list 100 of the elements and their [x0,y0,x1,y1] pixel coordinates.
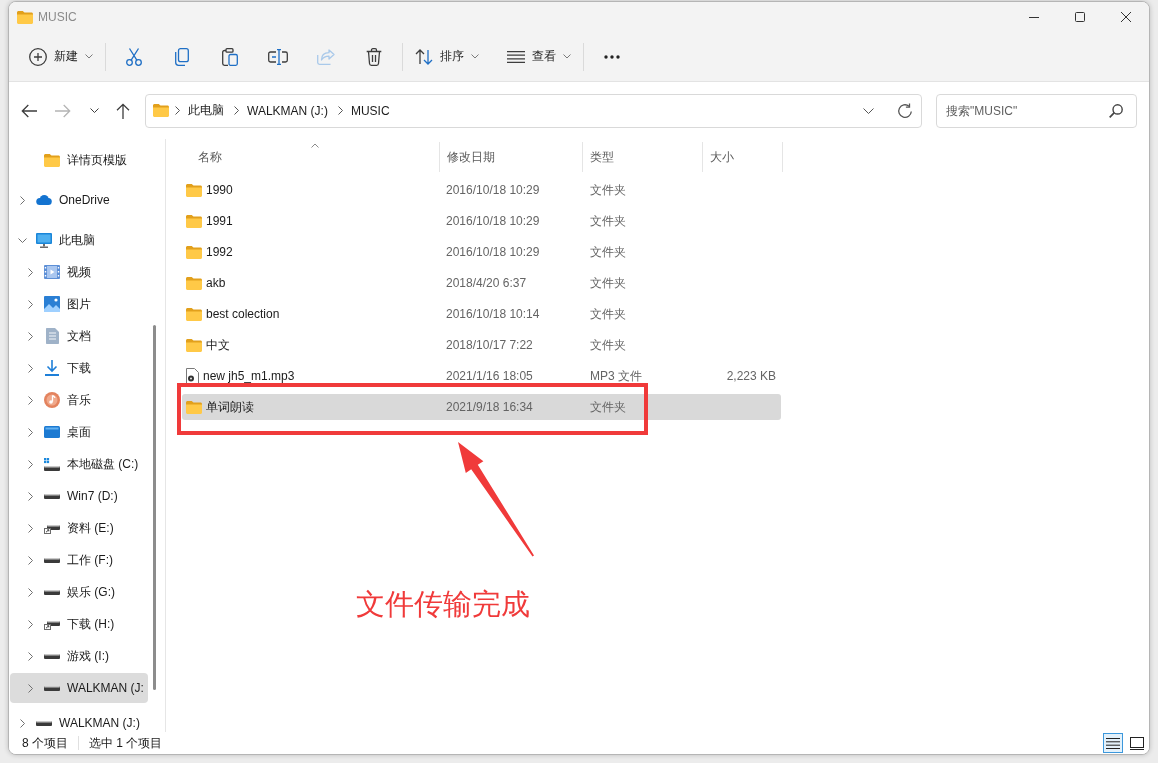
sidebar-item[interactable]: 此电脑 [10,225,148,255]
chevron-right-icon[interactable] [27,427,33,437]
download-arrow-icon [45,360,59,376]
text-cursor-icon [268,48,288,65]
column-header[interactable]: 名称 [182,142,440,172]
folder-icon [186,245,202,259]
folder-icon [44,153,60,167]
type-cell: MP3 文件 [590,367,642,385]
chevron-right-icon[interactable] [27,363,33,373]
folder-icon [186,214,202,228]
chevron-right-icon[interactable] [27,491,33,501]
date-cell: 2016/10/18 10:29 [446,245,540,259]
sidebar-item[interactable]: Win7 (D:) [10,481,148,511]
file-row[interactable]: 1990 2016/10/18 10:29 文件夹 [182,177,781,203]
folder-icon [186,307,202,321]
sidebar-item[interactable]: WALKMAN (J: [10,673,148,703]
windows-drive-icon [44,457,60,471]
scissors-icon [126,47,142,66]
date-cell: 2018/4/20 6:37 [446,276,527,290]
chevron-right-icon [175,106,180,115]
breadcrumb[interactable]: 此电脑 [184,97,228,124]
folder-icon [17,10,33,24]
scrollbar-thumb[interactable] [153,325,156,690]
chevron-right-icon[interactable] [27,619,33,629]
chevron-right-icon[interactable] [19,195,25,205]
sidebar-item[interactable]: WALKMAN (J:) [10,708,148,732]
share-arrow-icon [317,48,335,65]
sidebar-item[interactable]: 下载 (H:) [10,609,148,639]
music-note-icon [44,392,60,408]
window-title: MUSIC [38,10,78,24]
sidebar-item[interactable]: 本地磁盘 (C:) [10,449,148,479]
type-cell: 文件夹 [590,243,626,261]
size-cell: 2,223 KB [726,369,776,383]
file-row[interactable]: 1991 2016/10/18 10:29 文件夹 [182,208,781,234]
details-view-button[interactable] [1103,733,1123,753]
network-drive-icon [44,522,60,534]
date-cell: 2021/9/18 16:34 [446,400,533,414]
folder-icon [186,338,202,352]
chevron-right-icon[interactable] [27,267,33,277]
type-cell: 文件夹 [590,305,626,323]
type-cell: 文件夹 [590,274,626,292]
column-header[interactable]: 修改日期 [440,142,583,172]
sidebar-item[interactable]: OneDrive [10,185,148,215]
view-button[interactable]: 查看 [499,39,579,74]
chevron-right-icon[interactable] [19,718,25,728]
file-row[interactable]: 1992 2016/10/18 10:29 文件夹 [182,239,781,265]
sidebar-item[interactable]: 桌面 [10,417,148,447]
type-cell: 文件夹 [590,181,626,199]
sort-button[interactable]: 排序 [407,39,487,74]
sidebar-item[interactable]: 文档 [10,321,148,351]
sidebar-item[interactable]: 娱乐 (G:) [10,577,148,607]
file-name: 1992 [206,245,233,259]
chevron-right-icon[interactable] [27,555,33,565]
file-name: 1990 [206,183,233,197]
minimize-icon[interactable] [1029,16,1039,18]
chevron-right-icon[interactable] [27,587,33,597]
file-row[interactable]: akb 2018/4/20 6:37 文件夹 [182,270,781,296]
column-header[interactable]: 类型 [583,142,703,172]
arrow-up-icon [116,102,130,119]
file-row[interactable]: 单词朗读 2021/9/18 16:34 文件夹 [182,394,781,420]
chevron-right-icon[interactable] [27,459,33,469]
sidebar-item[interactable]: 视频 [10,257,148,287]
cloud-icon [36,195,52,205]
chevron-right-icon[interactable] [27,523,33,533]
file-row[interactable]: 中文 2018/10/17 7:22 文件夹 [182,332,781,358]
new-button[interactable]: 新建 [21,39,101,74]
search-field[interactable]: 搜索"MUSIC" [936,93,1137,128]
breadcrumb[interactable]: MUSIC [346,97,394,124]
document-icon [45,328,59,344]
audio-file-icon [186,368,199,384]
chevron-right-icon[interactable] [27,299,33,309]
chevron-right-icon[interactable] [27,331,33,341]
date-cell: 2018/10/17 7:22 [446,338,533,352]
sidebar-item[interactable]: 下载 [10,353,148,383]
file-row[interactable]: new jh5_m1.mp3 2021/1/16 18:05 MP3 文件 2,223 KB [182,363,781,389]
drive-icon [36,720,52,726]
chevron-right-icon[interactable] [27,683,33,693]
sidebar-item[interactable]: 音乐 [10,385,148,415]
sidebar-item[interactable]: 资料 (E:) [10,513,148,543]
drive-icon [44,685,60,691]
maximize-icon[interactable] [1075,12,1085,22]
chevron-right-icon[interactable] [27,651,33,661]
column-header[interactable]: 大小 [703,142,783,172]
desktop-icon [44,426,60,438]
chevron-down-icon[interactable] [17,237,27,243]
file-name: best colection [206,307,280,321]
file-row[interactable]: best colection 2016/10/18 10:14 文件夹 [182,301,781,327]
drive-icon [44,589,60,595]
arrow-left-icon [21,103,37,118]
search-icon[interactable] [1109,103,1123,118]
sidebar-item[interactable]: 工作 (F:) [10,545,148,575]
sidebar-item[interactable]: 游戏 (I:) [10,641,148,671]
folder-icon [186,400,202,414]
close-icon[interactable] [1121,12,1131,22]
sidebar-item[interactable]: 图片 [10,289,148,319]
sidebar-item[interactable]: 详情页模版 [10,145,148,175]
address-bar[interactable]: 此电脑 WALKMAN (J:) MUSIC [145,93,922,128]
breadcrumb[interactable]: WALKMAN (J:) [243,97,332,124]
refresh-icon [897,102,913,119]
chevron-right-icon[interactable] [27,395,33,405]
